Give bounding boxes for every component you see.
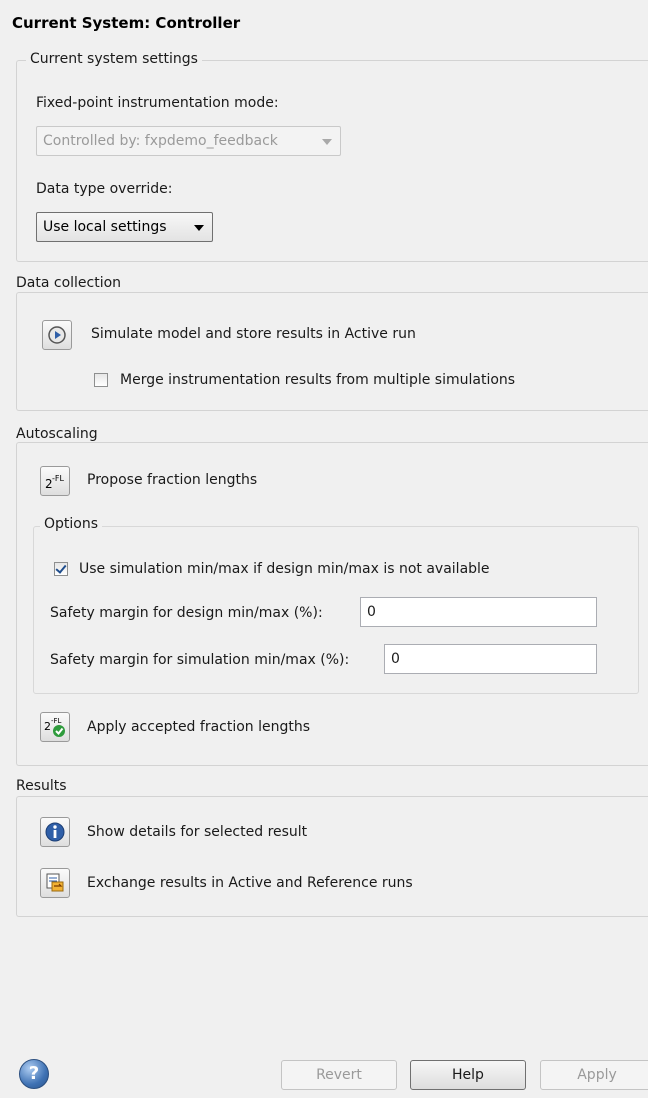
help-icon[interactable]: ? xyxy=(19,1059,49,1089)
fraction-length-icon: 2 -FL xyxy=(45,474,64,490)
apply-fraction-lengths-button[interactable]: 2 -FL xyxy=(40,712,70,742)
design-margin-label: Safety margin for design min/max (%): xyxy=(50,605,323,621)
data-collection-group xyxy=(16,292,648,411)
propose-fraction-lengths-label: Propose fraction lengths xyxy=(87,472,258,488)
simulation-margin-label: Safety margin for simulation min/max (%)… xyxy=(50,652,350,668)
info-icon xyxy=(45,822,65,842)
results-group xyxy=(16,796,648,917)
propose-fraction-lengths-button[interactable]: 2 -FL xyxy=(40,466,70,496)
simulate-label: Simulate model and store results in Acti… xyxy=(91,326,416,342)
show-details-label: Show details for selected result xyxy=(87,824,308,840)
data-type-override-value: Use local settings xyxy=(43,219,167,235)
exchange-results-button[interactable] xyxy=(40,868,70,898)
instrumentation-mode-value: Controlled by: fxpdemo_feedback xyxy=(43,133,278,149)
merge-results-checkbox[interactable] xyxy=(94,373,108,387)
data-type-override-dropdown[interactable]: Use local settings xyxy=(36,212,213,242)
svg-text:2: 2 xyxy=(44,720,51,733)
apply-button[interactable]: Apply xyxy=(540,1060,648,1090)
help-button[interactable]: Help xyxy=(410,1060,526,1090)
simulation-margin-input[interactable]: 0 xyxy=(384,644,597,674)
chevron-down-icon xyxy=(322,139,332,145)
use-simulation-minmax-checkbox[interactable] xyxy=(54,562,68,576)
apply-fraction-length-icon: 2 -FL xyxy=(44,717,65,737)
options-legend: Options xyxy=(40,516,103,532)
use-simulation-minmax-label: Use simulation min/max if design min/max… xyxy=(79,561,490,577)
instrumentation-mode-dropdown: Controlled by: fxpdemo_feedback xyxy=(36,126,341,156)
page-title: Current System: Controller xyxy=(12,14,241,32)
autoscaling-legend: Autoscaling xyxy=(12,426,102,442)
results-legend: Results xyxy=(12,778,71,794)
svg-text:-FL: -FL xyxy=(51,717,62,725)
instrumentation-mode-label: Fixed-point instrumentation mode: xyxy=(36,95,279,111)
data-type-override-label: Data type override: xyxy=(36,181,173,197)
chevron-down-icon xyxy=(194,225,204,231)
play-icon xyxy=(48,326,66,344)
merge-results-label: Merge instrumentation results from multi… xyxy=(120,372,516,388)
show-details-button[interactable] xyxy=(40,817,70,847)
svg-text:-FL: -FL xyxy=(52,474,64,483)
revert-button[interactable]: Revert xyxy=(281,1060,397,1090)
simulate-button[interactable] xyxy=(42,320,72,350)
apply-fraction-lengths-label: Apply accepted fraction lengths xyxy=(87,719,311,735)
data-collection-legend: Data collection xyxy=(12,275,126,291)
current-system-settings-legend: Current system settings xyxy=(26,51,202,67)
exchange-runs-icon xyxy=(46,873,64,892)
design-margin-input[interactable]: 0 xyxy=(360,597,597,627)
exchange-results-label: Exchange results in Active and Reference… xyxy=(87,875,413,891)
